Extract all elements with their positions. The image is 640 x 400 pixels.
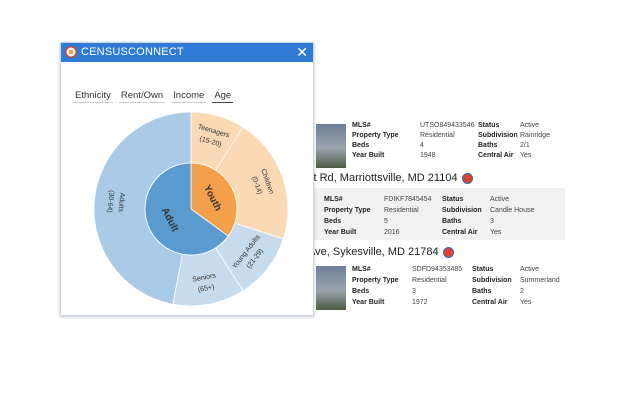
censusconnect-logo-icon[interactable] xyxy=(442,246,454,258)
field-value: 3 xyxy=(412,288,416,295)
censusconnect-logo-icon xyxy=(65,46,77,58)
field-value: Yes xyxy=(490,229,502,236)
field-key: Year Built xyxy=(324,229,357,236)
close-icon[interactable]: ✕ xyxy=(296,44,308,60)
field-key: Central Air xyxy=(472,299,508,306)
field-value: Candle House xyxy=(490,207,535,214)
field-value: Residential xyxy=(384,207,419,214)
field-key: MLS# xyxy=(324,196,343,203)
field-key: MLS# xyxy=(352,122,371,129)
tab-age[interactable]: Age xyxy=(212,90,234,103)
field-key: Central Air xyxy=(442,229,478,236)
field-value: 4 xyxy=(420,142,424,149)
field-key: Central Air xyxy=(478,152,514,159)
field-value: Residential xyxy=(412,277,447,284)
field-key: Baths xyxy=(472,288,492,295)
field-key: Year Built xyxy=(352,299,385,306)
field-value: 2016 xyxy=(384,229,400,236)
field-key: Property Type xyxy=(352,132,399,139)
field-key: Subdivision xyxy=(472,277,512,284)
field-value: 2 xyxy=(520,288,524,295)
listing-address[interactable]: st Rd, Marriottsville, MD 21104 xyxy=(308,172,473,184)
field-key: Beds xyxy=(352,142,370,149)
field-value: SDFD94353485 xyxy=(412,266,463,273)
field-key: Subdivision xyxy=(442,207,482,214)
field-value: Summerland xyxy=(520,277,560,284)
field-key: Status xyxy=(472,266,494,273)
field-value: FDIKF7845454 xyxy=(384,196,432,203)
tab-income[interactable]: Income xyxy=(171,90,207,103)
field-value: 2/1 xyxy=(520,142,530,149)
listing-address-text: st Rd, Marriottsville, MD 21104 xyxy=(308,172,458,184)
tab-rent-own[interactable]: Rent/Own xyxy=(118,90,166,103)
age-sunburst-chart: Teenagers(15-20)Children(0-14)Young Adul… xyxy=(93,111,289,307)
field-key: Beds xyxy=(352,288,370,295)
field-value: 1972 xyxy=(412,299,428,306)
tab-ethnicity[interactable]: Ethnicity xyxy=(73,90,113,103)
field-key: Baths xyxy=(478,142,498,149)
popup-title: CENSUSCONNECT xyxy=(81,46,184,58)
field-value: 3 xyxy=(490,218,494,225)
field-value: Active xyxy=(520,122,540,129)
censusconnect-popup: CENSUSCONNECT ✕ Ethnicity Rent/Own Income A… xyxy=(60,42,314,316)
field-value: Yes xyxy=(520,152,532,159)
field-key: Subdivision xyxy=(478,132,518,139)
field-value: 1948 xyxy=(420,152,436,159)
field-value: Residential xyxy=(420,132,455,139)
field-key: Property Type xyxy=(352,277,399,284)
field-key: Year Built xyxy=(352,152,385,159)
field-key: Baths xyxy=(442,218,462,225)
listing-photo[interactable] xyxy=(316,266,346,310)
listing-page: MLS# UTSO849433546 Property Type Residenti… xyxy=(300,110,640,320)
listing-address[interactable]: Ave, Sykesville, MD 21784 xyxy=(308,246,454,258)
field-value: 5 xyxy=(384,218,388,225)
demographic-tabs: Ethnicity Rent/Own Income Age xyxy=(73,90,239,104)
field-key: MLS# xyxy=(352,266,371,273)
popup-titlebar[interactable]: CENSUSCONNECT ✕ xyxy=(61,43,313,62)
field-key: Beds xyxy=(324,218,342,225)
listing-address-text: Ave, Sykesville, MD 21784 xyxy=(308,246,439,258)
field-value: Rainridge xyxy=(520,132,550,139)
field-key: Status xyxy=(442,196,464,203)
field-value: Active xyxy=(490,196,510,203)
field-value: Active xyxy=(520,266,540,273)
field-key: Status xyxy=(478,122,500,129)
censusconnect-logo-icon[interactable] xyxy=(461,172,473,184)
field-key: Property Type xyxy=(324,207,371,214)
field-value: UTSO849433546 xyxy=(420,122,475,129)
field-value: Yes xyxy=(520,299,532,306)
listing-photo[interactable] xyxy=(316,124,346,168)
